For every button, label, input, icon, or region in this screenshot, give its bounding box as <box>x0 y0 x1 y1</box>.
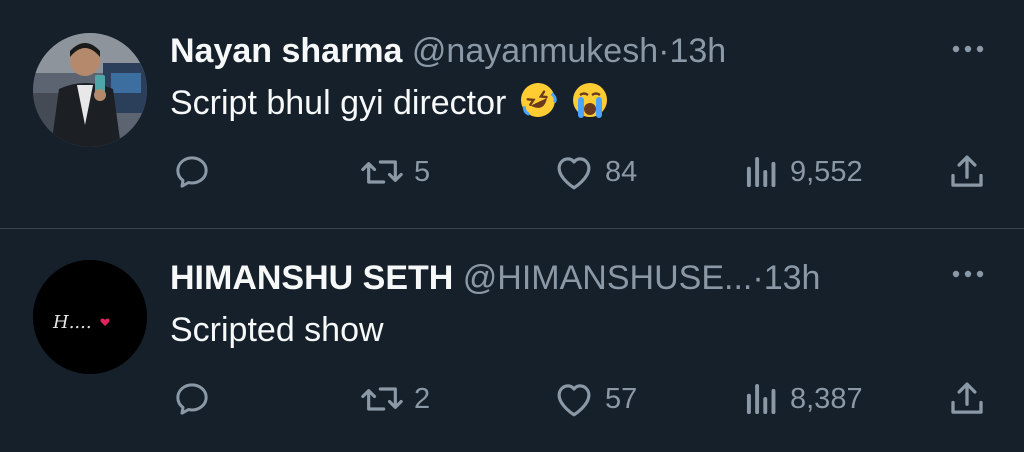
like-icon <box>557 384 591 417</box>
like-button[interactable]: 84 <box>553 150 637 194</box>
like-count: 84 <box>605 155 638 188</box>
tweet[interactable]: Nayan sharma @nayanmukesh·13h Script bhu… <box>0 0 1024 228</box>
more-options-button[interactable] <box>946 261 990 287</box>
avatar[interactable]: H.... <box>33 260 147 374</box>
share-button[interactable] <box>946 377 988 421</box>
tweet[interactable]: H.... HIMANSHU SETH @HIMANSHUSE...·13h S… <box>0 229 1024 452</box>
share-icon <box>951 155 983 187</box>
loudly-crying-emoji <box>570 80 610 132</box>
more-icon <box>952 45 984 53</box>
reply-button[interactable] <box>172 150 212 194</box>
timestamp[interactable]: 13h <box>669 32 726 70</box>
retweet-button[interactable]: 2 <box>360 377 430 421</box>
views-button[interactable]: 9,552 <box>744 150 863 194</box>
tweet-text-content: Scripted show <box>170 311 384 349</box>
tweet-header: HIMANSHU SETH @HIMANSHUSE...·13h <box>170 257 820 299</box>
author-name[interactable]: Nayan sharma <box>170 32 402 70</box>
retweet-button[interactable]: 5 <box>360 150 430 194</box>
avatar-signature: H.... <box>52 312 92 333</box>
views-icon <box>746 156 776 188</box>
like-icon <box>557 157 591 190</box>
reply-icon <box>176 383 208 415</box>
tweet-actions: 2 57 8,387 <box>0 377 1024 421</box>
share-icon <box>951 382 983 414</box>
separator-dot: · <box>658 32 670 70</box>
like-button[interactable]: 57 <box>553 377 637 421</box>
tweet-text: Script bhul gyi director <box>170 80 610 132</box>
views-count: 8,387 <box>790 382 863 415</box>
retweet-icon <box>361 160 403 184</box>
retweet-count: 5 <box>414 155 431 188</box>
reply-icon <box>176 156 208 188</box>
timestamp[interactable]: 13h <box>764 259 821 297</box>
avatar[interactable] <box>33 33 147 147</box>
rolling-on-floor-laughing-emoji <box>518 80 558 132</box>
tweet-text: Scripted show <box>170 307 384 353</box>
retweet-icon <box>361 387 403 411</box>
author-name[interactable]: HIMANSHU SETH <box>170 259 453 297</box>
tweet-actions: 5 84 9,552 <box>0 150 1024 194</box>
views-count: 9,552 <box>790 155 863 188</box>
author-handle[interactable]: @HIMANSHUSE... <box>463 259 753 297</box>
more-icon <box>952 270 984 278</box>
like-count: 57 <box>605 382 638 415</box>
retweet-count: 2 <box>414 382 431 415</box>
views-button[interactable]: 8,387 <box>744 377 863 421</box>
tweet-text-content: Script bhul gyi director <box>170 84 507 122</box>
reply-button[interactable] <box>172 377 212 421</box>
separator-dot: · <box>752 259 764 297</box>
tweet-header: Nayan sharma @nayanmukesh·13h <box>170 30 726 72</box>
author-handle[interactable]: @nayanmukesh <box>412 32 658 70</box>
share-button[interactable] <box>946 150 988 194</box>
more-options-button[interactable] <box>946 36 990 62</box>
views-icon <box>746 383 776 415</box>
